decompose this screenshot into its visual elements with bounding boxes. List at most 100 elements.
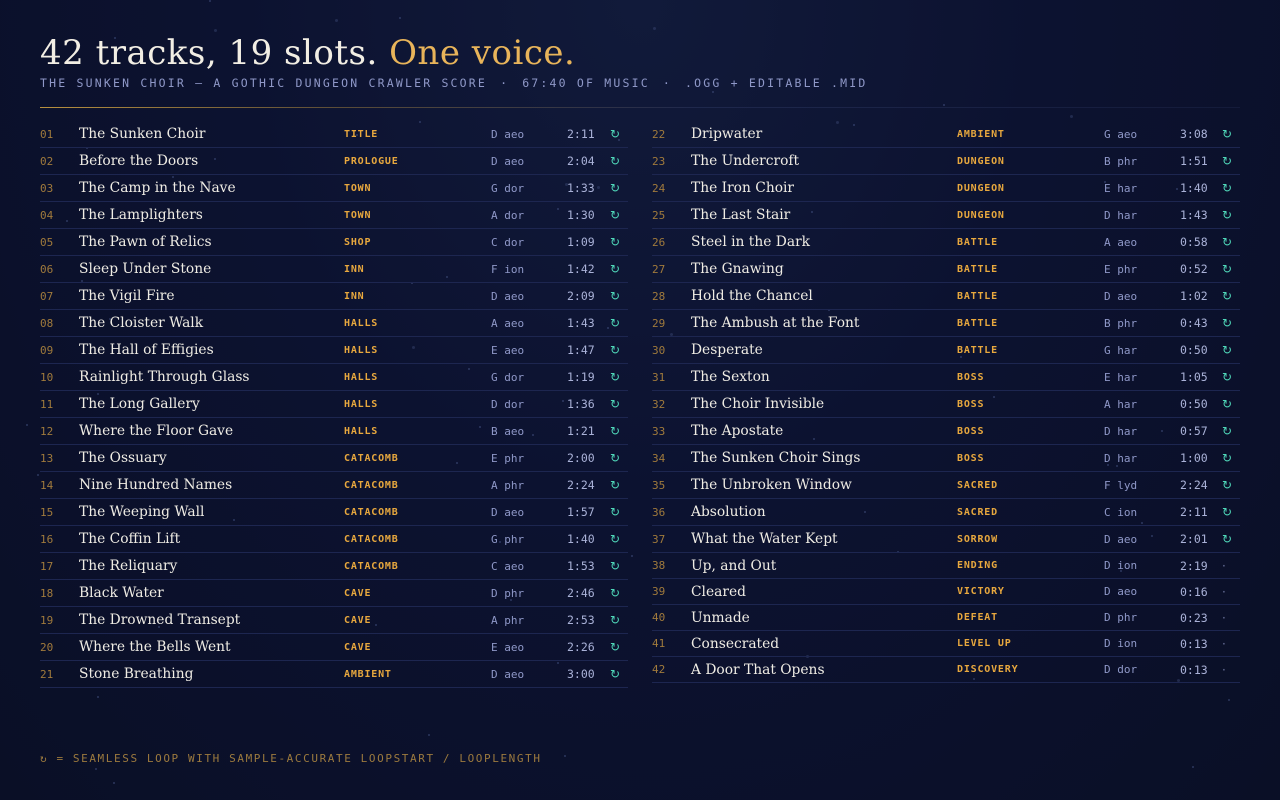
track-name: Black Water <box>79 585 164 601</box>
track-row[interactable]: 24 The Iron Choir DUNGEON E har 1:40 ↻ <box>652 175 1240 202</box>
track-category-tag: DUNGEON <box>957 210 1005 221</box>
loop-icon: ↻ <box>1222 181 1233 195</box>
track-row[interactable]: 41 Consecrated LEVEL UP D ion 0:13 · <box>652 631 1240 657</box>
track-row[interactable]: 14 Nine Hundred Names CATACOMB A phr 2:24 ↻ <box>40 472 628 499</box>
track-row[interactable]: 31 The Sexton BOSS E har 1:05 ↻ <box>652 364 1240 391</box>
track-duration: 0:50 <box>1180 343 1208 357</box>
track-category-tag: DUNGEON <box>957 156 1005 167</box>
track-number: 10 <box>40 371 54 384</box>
track-number: 06 <box>40 263 54 276</box>
track-row[interactable]: 07 The Vigil Fire INN D aeo 2:09 ↻ <box>40 283 628 310</box>
track-key-mode: D aeo <box>1104 533 1138 546</box>
track-duration: 3:00 <box>567 667 595 681</box>
track-number: 39 <box>652 585 666 598</box>
track-row[interactable]: 39 Cleared VICTORY D aeo 0:16 · <box>652 579 1240 605</box>
track-row[interactable]: 26 Steel in the Dark BATTLE A aeo 0:58 ↻ <box>652 229 1240 256</box>
track-category-tag: SACRED <box>957 480 998 491</box>
track-row[interactable]: 29 The Ambush at the Font BATTLE B phr 0:43 ↻ <box>652 310 1240 337</box>
track-row[interactable]: 23 The Undercroft DUNGEON B phr 1:51 ↻ <box>652 148 1240 175</box>
track-row[interactable]: 22 Dripwater AMBIENT G aeo 3:08 ↻ <box>652 121 1240 148</box>
track-row[interactable]: 05 The Pawn of Relics SHOP C dor 1:09 ↻ <box>40 229 628 256</box>
track-name: Where the Bells Went <box>79 639 231 655</box>
track-name: Steel in the Dark <box>691 234 811 250</box>
track-row[interactable]: 36 Absolution SACRED C ion 2:11 ↻ <box>652 499 1240 526</box>
track-row[interactable]: 42 A Door That Opens DISCOVERY D dor 0:13 · <box>652 657 1240 683</box>
track-row[interactable]: 16 The Coffin Lift CATACOMB G phr 1:40 ↻ <box>40 526 628 553</box>
track-duration: 1:53 <box>567 559 595 573</box>
track-key-mode: E har <box>1104 182 1138 195</box>
track-name: Before the Doors <box>79 153 199 169</box>
no-loop-dot-icon: · <box>1222 637 1226 651</box>
track-key-mode: F ion <box>491 263 525 276</box>
track-duration: 2:19 <box>1180 559 1208 573</box>
track-category-tag: TITLE <box>344 129 379 140</box>
track-list-right: 22 Dripwater AMBIENT G aeo 3:08 ↻ 23 The Underc… <box>652 121 1240 683</box>
track-number: 03 <box>40 182 54 195</box>
track-row[interactable]: 09 The Hall of Effigies HALLS E aeo 1:47 ↻ <box>40 337 628 364</box>
track-duration: 2:11 <box>567 127 595 141</box>
track-row[interactable]: 02 Before the Doors PROLOGUE D aeo 2:04 ↻ <box>40 148 628 175</box>
track-number: 15 <box>40 506 54 519</box>
track-row[interactable]: 27 The Gnawing BATTLE E phr 0:52 ↻ <box>652 256 1240 283</box>
track-number: 34 <box>652 452 666 465</box>
track-row[interactable]: 35 The Unbroken Window SACRED F lyd 2:24 ↻ <box>652 472 1240 499</box>
track-row[interactable]: 40 Unmade DEFEAT D phr 0:23 · <box>652 605 1240 631</box>
track-category-tag: HALLS <box>344 372 379 383</box>
track-name: Consecrated <box>691 636 780 652</box>
track-row[interactable]: 25 The Last Stair DUNGEON D har 1:43 ↻ <box>652 202 1240 229</box>
track-number: 04 <box>40 209 54 222</box>
track-key-mode: G dor <box>491 182 525 195</box>
track-row[interactable]: 04 The Lamplighters TOWN A dor 1:30 ↻ <box>40 202 628 229</box>
track-duration: 1:43 <box>567 316 595 330</box>
track-row[interactable]: 17 The Reliquary CATACOMB C aeo 1:53 ↻ <box>40 553 628 580</box>
loop-icon: ↻ <box>610 397 621 411</box>
track-row[interactable]: 21 Stone Breathing AMBIENT D aeo 3:00 ↻ <box>40 661 628 688</box>
track-name: The Pawn of Relics <box>79 234 212 250</box>
track-row[interactable]: 38 Up, and Out ENDING D ion 2:19 · <box>652 553 1240 579</box>
track-duration: 0:50 <box>1180 397 1208 411</box>
track-duration: 0:13 <box>1180 663 1208 677</box>
loop-icon: ↻ <box>1222 478 1233 492</box>
track-name: Rainlight Through Glass <box>79 369 250 385</box>
track-row[interactable]: 30 Desperate BATTLE G har 0:50 ↻ <box>652 337 1240 364</box>
track-key-mode: D dor <box>1104 663 1138 676</box>
track-category-tag: LEVEL UP <box>957 638 1012 649</box>
loop-icon: ↻ <box>1222 505 1233 519</box>
track-row[interactable]: 28 Hold the Chancel BATTLE D aeo 1:02 ↻ <box>652 283 1240 310</box>
track-number: 36 <box>652 506 666 519</box>
track-row[interactable]: 10 Rainlight Through Glass HALLS G dor 1:19 ↻ <box>40 364 628 391</box>
track-row[interactable]: 20 Where the Bells Went CAVE E aeo 2:26 ↻ <box>40 634 628 661</box>
track-row[interactable]: 11 The Long Gallery HALLS D dor 1:36 ↻ <box>40 391 628 418</box>
track-category-tag: BATTLE <box>957 345 998 356</box>
track-duration: 1:40 <box>1180 181 1208 195</box>
track-key-mode: A aeo <box>1104 236 1138 249</box>
track-name: The Weeping Wall <box>79 504 205 520</box>
loop-icon: ↻ <box>610 640 621 654</box>
track-category-tag: INN <box>344 291 365 302</box>
track-row[interactable]: 12 Where the Floor Gave HALLS B aeo 1:21 ↻ <box>40 418 628 445</box>
track-key-mode: D aeo <box>491 128 525 141</box>
track-row[interactable]: 15 The Weeping Wall CATACOMB D aeo 1:57 ↻ <box>40 499 628 526</box>
track-row[interactable]: 03 The Camp in the Nave TOWN G dor 1:33 ↻ <box>40 175 628 202</box>
track-key-mode: C ion <box>1104 506 1138 519</box>
track-row[interactable]: 13 The Ossuary CATACOMB E phr 2:00 ↻ <box>40 445 628 472</box>
no-loop-dot-icon: · <box>1222 663 1226 677</box>
track-row[interactable]: 08 The Cloister Walk HALLS A aeo 1:43 ↻ <box>40 310 628 337</box>
track-row[interactable]: 18 Black Water CAVE D phr 2:46 ↻ <box>40 580 628 607</box>
track-name: The Unbroken Window <box>691 477 852 493</box>
track-duration: 2:11 <box>1180 505 1208 519</box>
track-row[interactable]: 01 The Sunken Choir TITLE D aeo 2:11 ↻ <box>40 121 628 148</box>
loop-icon: ↻ <box>610 127 621 141</box>
track-number: 05 <box>40 236 54 249</box>
track-row[interactable]: 06 Sleep Under Stone INN F ion 1:42 ↻ <box>40 256 628 283</box>
track-row[interactable]: 19 The Drowned Transept CAVE A phr 2:53 ↻ <box>40 607 628 634</box>
track-row[interactable]: 34 The Sunken Choir Sings BOSS D har 1:00 ↻ <box>652 445 1240 472</box>
track-key-mode: D ion <box>1104 559 1138 572</box>
track-number: 11 <box>40 398 54 411</box>
track-key-mode: G har <box>1104 344 1138 357</box>
track-row[interactable]: 37 What the Water Kept SORROW D aeo 2:01 ↻ <box>652 526 1240 553</box>
loop-icon: ↻ <box>610 208 621 222</box>
track-name: Desperate <box>691 342 763 358</box>
track-row[interactable]: 32 The Choir Invisible BOSS A har 0:50 ↻ <box>652 391 1240 418</box>
track-row[interactable]: 33 The Apostate BOSS D har 0:57 ↻ <box>652 418 1240 445</box>
